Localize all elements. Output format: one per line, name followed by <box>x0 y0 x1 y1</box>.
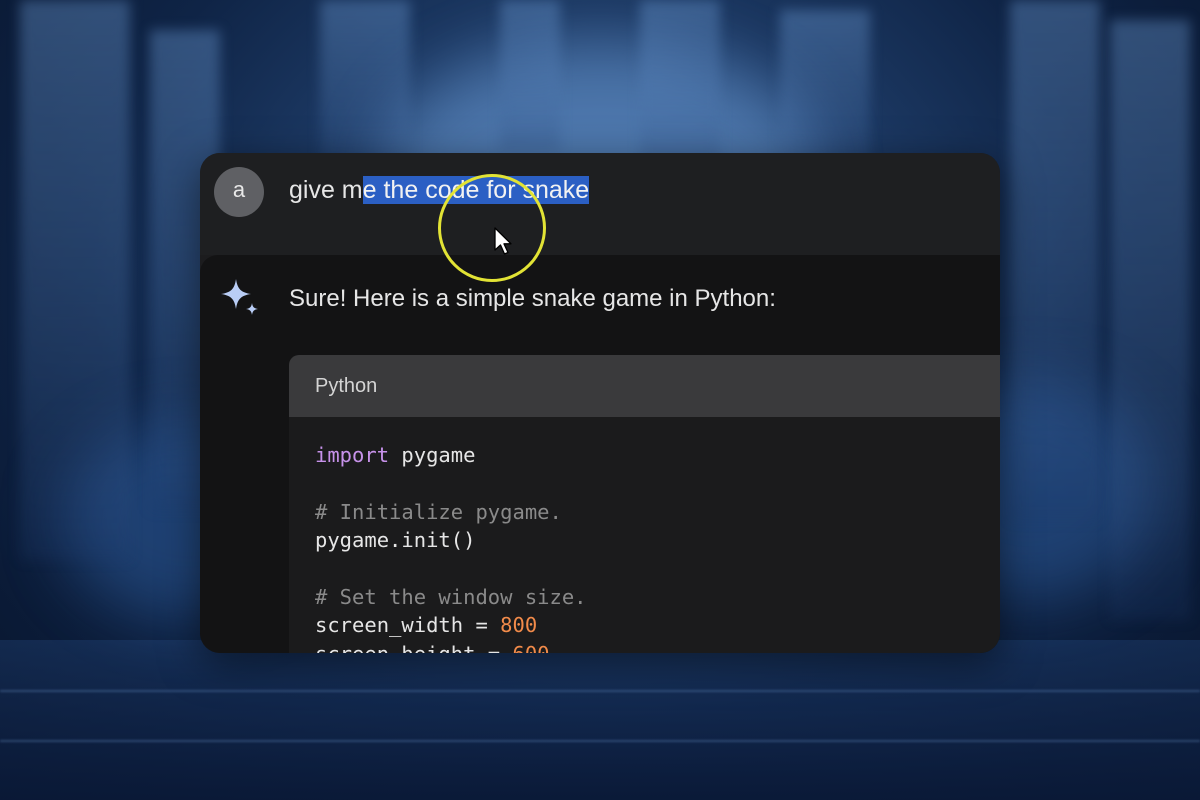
code-line: screen_width = 800 <box>315 611 1000 639</box>
code-language-label: Python <box>315 375 378 397</box>
prompt-text-unselected: give m <box>289 176 363 204</box>
code-token: pygame.init() <box>315 528 476 553</box>
code-line: # Initialize pygame. <box>315 498 1000 526</box>
code-token: # Set the window size. <box>315 584 587 609</box>
code-token: screen_width = <box>315 613 501 638</box>
code-token: screen_height = <box>315 642 512 653</box>
code-token: 600 <box>512 642 549 653</box>
response-intro: Sure! Here is a simple snake game in Pyt… <box>289 285 776 312</box>
cursor-highlight-ring <box>438 174 546 282</box>
code-token: # Initialize pygame. <box>315 499 562 524</box>
code-token: import <box>315 443 390 467</box>
user-message: a give me the code for snake <box>200 153 1000 255</box>
user-avatar[interactable]: a <box>214 167 264 217</box>
sparkle-icon <box>221 279 258 315</box>
code-body[interactable]: import pygame # Initialize pygame. pygame… <box>289 417 1000 653</box>
code-line: screen_height = 600 <box>315 640 1000 653</box>
code-token: pygame <box>389 443 476 467</box>
code-line: pygame.init() <box>315 526 1000 554</box>
user-prompt-text[interactable]: give me the code for snake <box>289 176 590 205</box>
code-block-header: Python <box>289 355 1000 417</box>
cursor-arrow-icon <box>494 227 512 255</box>
code-line: import pygame <box>315 441 1000 469</box>
code-token: 800 <box>500 613 538 638</box>
chat-panel: a give me the code for snake Sure! Here … <box>200 153 1000 653</box>
code-block: Python import pygame # Initialize pygame… <box>289 355 1000 653</box>
assistant-response: Sure! Here is a simple snake game in Pyt… <box>200 255 1000 653</box>
code-line: # Set the window size. <box>315 583 1000 611</box>
